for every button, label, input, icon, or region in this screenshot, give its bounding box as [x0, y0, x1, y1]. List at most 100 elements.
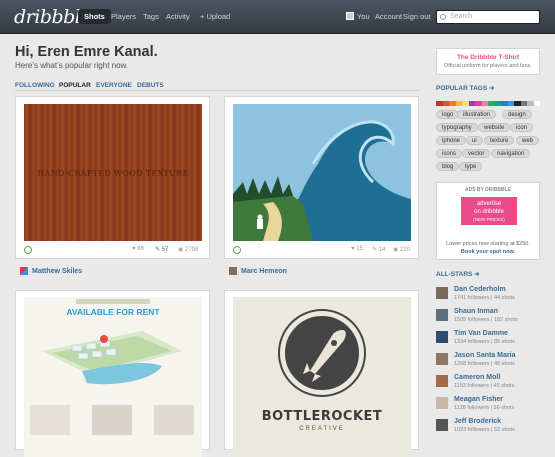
shot-card[interactable]: BOTTLEROCKET CREATIVE	[224, 290, 419, 457]
comments-count: ✎ 14	[372, 247, 386, 253]
player-stats: 1334 followers | 85 shots	[454, 339, 515, 345]
player-item[interactable]: Meagan Fisher 1128 followers | 56 shots	[436, 395, 546, 413]
tab-everyone[interactable]: EVERYONE	[96, 82, 132, 89]
rocket-icon	[303, 330, 346, 382]
shot-image[interactable]	[233, 104, 411, 241]
shot-title: HAND-CRAFTED WOOD TEXTURE	[37, 169, 189, 178]
tag-icons[interactable]: icons	[436, 149, 463, 158]
player-name[interactable]: Shaun Inman	[454, 308, 498, 315]
tab-debuts[interactable]: DEBUTS	[137, 82, 164, 89]
shot-author[interactable]: Matthew Skiles	[20, 267, 82, 275]
shot-title: BOTTLEROCKET	[261, 409, 383, 424]
thumbnail	[154, 405, 194, 435]
ad-label: ADS BY DRIBBBLE	[464, 187, 512, 193]
tag-design[interactable]: design	[502, 110, 532, 119]
player-name[interactable]: Jason Santa Maria	[454, 352, 515, 359]
avatar	[229, 267, 237, 275]
nav-players[interactable]: Players	[111, 12, 136, 21]
tag-vector[interactable]: vector	[462, 149, 491, 158]
player-item[interactable]: Jeff Broderick 1023 followers | 53 shots	[436, 417, 546, 435]
player-item[interactable]: Tim Van Damme 1334 followers | 85 shots	[436, 329, 546, 347]
shot-image[interactable]: BOTTLEROCKET CREATIVE	[233, 297, 411, 457]
shot-author[interactable]: Marc Hemeon	[229, 267, 287, 275]
ad-line1: advertise	[476, 201, 502, 207]
player-name[interactable]: Jeff Broderick	[454, 418, 501, 425]
player-item[interactable]: Cameron Moll 1153 followers | 45 shots	[436, 373, 546, 391]
tshirt-promo[interactable]: The Dribbble T-Shirt Official uniform fo…	[436, 48, 540, 75]
tag-iphone[interactable]: iphone	[436, 136, 467, 145]
all-stars-title[interactable]: ALL-STARS ➔	[436, 270, 480, 278]
views-count: ◉ 220	[393, 247, 410, 253]
avatar	[436, 287, 448, 299]
tag-type[interactable]: type	[459, 162, 483, 171]
shot-card[interactable]: HAND-CRAFTED WOOD TEXTURE ♥ 86 ✎ 57 ◉ 27…	[15, 96, 210, 259]
tag-logo[interactable]: logo	[436, 110, 460, 119]
tag-ui[interactable]: ui	[466, 136, 483, 145]
player-stats: 1505 followers | 182 shots	[454, 317, 518, 323]
nav-account[interactable]: Account	[375, 12, 402, 21]
favorite-icon[interactable]	[233, 246, 241, 254]
nav-tags[interactable]: Tags	[143, 12, 159, 21]
tab-popular[interactable]: POPULAR	[59, 82, 91, 89]
user-avatar-icon[interactable]	[346, 12, 354, 20]
player-stats: 1023 followers | 53 shots	[454, 427, 515, 433]
tag-typography[interactable]: typography	[436, 123, 478, 132]
search-icon	[440, 14, 446, 20]
shot-card[interactable]: AVAILABLE FOR RENT	[15, 290, 210, 457]
player-item[interactable]: Shaun Inman 1505 followers | 182 shots	[436, 307, 546, 325]
top-nav: dribbble Shots Players Tags Activity + U…	[0, 0, 555, 34]
ad-line3: (NEW PRICES)	[473, 217, 505, 222]
player-item[interactable]: Dan Cederholm 1741 followers | 44 shots	[436, 285, 546, 303]
player-name[interactable]: Cameron Moll	[454, 374, 500, 381]
thumbnail	[30, 405, 70, 435]
player-name[interactable]: Meagan Fisher	[454, 396, 503, 403]
search-input[interactable]: Search	[436, 10, 540, 24]
ad-banner[interactable]: advertise on dribbble (NEW PRICES)	[461, 197, 517, 225]
rocket-badge	[280, 311, 364, 395]
greeting: Hi, Eren Emre Kanal.	[15, 44, 158, 60]
favorite-icon[interactable]	[24, 246, 32, 254]
shot-stats: ♥ 15 ✎ 14 ◉ 220	[233, 246, 411, 256]
color-bar[interactable]	[436, 101, 540, 106]
nav-signout[interactable]: Sign out	[403, 12, 431, 21]
ad-link[interactable]: Book your spot now.	[437, 249, 539, 255]
shot-image[interactable]: AVAILABLE FOR RENT	[24, 297, 202, 457]
ad-line2: on dribbble	[474, 209, 504, 215]
nav-upload[interactable]: + Upload	[200, 12, 230, 21]
tag-icon[interactable]: icon	[510, 123, 534, 132]
likes-count: ♥ 15	[351, 246, 363, 252]
player-stats: 1128 followers | 56 shots	[454, 405, 515, 411]
shot-subtitle: CREATIVE	[299, 426, 345, 432]
tag-web[interactable]: web	[516, 136, 540, 145]
wave-illustration	[233, 104, 411, 241]
map-illustration	[42, 331, 182, 385]
shot-image[interactable]: HAND-CRAFTED WOOD TEXTURE	[24, 104, 202, 241]
tag-blog[interactable]: blog	[436, 162, 460, 171]
player-name[interactable]: Dan Cederholm	[454, 286, 506, 293]
tab-following[interactable]: FOLLOWING	[15, 82, 55, 89]
nav-activity[interactable]: Activity	[166, 12, 190, 21]
ad-box[interactable]: ADS BY DRIBBBLE advertise on dribbble (N…	[436, 182, 540, 260]
shot-card[interactable]: ♥ 15 ✎ 14 ◉ 220	[224, 96, 419, 259]
nav-you[interactable]: You	[357, 12, 370, 21]
tag-illustration[interactable]: illustration	[457, 110, 497, 119]
tag-texture[interactable]: texture	[484, 136, 515, 145]
shot-stats: ♥ 86 ✎ 57 ◉ 2798	[24, 246, 202, 256]
shot-tabs: FOLLOWING POPULAR EVERYONE DEBUTS	[15, 82, 419, 91]
subtitle: Here’s what’s popular right now.	[15, 61, 129, 70]
avatar	[436, 397, 448, 409]
comments-count: ✎ 57	[155, 247, 169, 253]
nav-shots[interactable]: Shots	[78, 9, 111, 24]
tag-website[interactable]: website	[478, 123, 511, 132]
likes-count: ♥ 86	[132, 246, 144, 252]
player-item[interactable]: Jason Santa Maria 1268 followers | 48 sho…	[436, 351, 546, 369]
popular-tags-title[interactable]: POPULAR TAGS ➔	[436, 84, 494, 92]
shot-title: AVAILABLE FOR RENT	[66, 307, 160, 317]
tag-navigation[interactable]: navigation	[491, 149, 531, 158]
ad-text: Lower prices now starting at $250.	[446, 241, 530, 247]
avatar	[436, 419, 448, 431]
banner	[76, 299, 150, 304]
player-name[interactable]: Tim Van Damme	[454, 330, 508, 337]
avatar	[436, 375, 448, 387]
avatar	[436, 331, 448, 343]
